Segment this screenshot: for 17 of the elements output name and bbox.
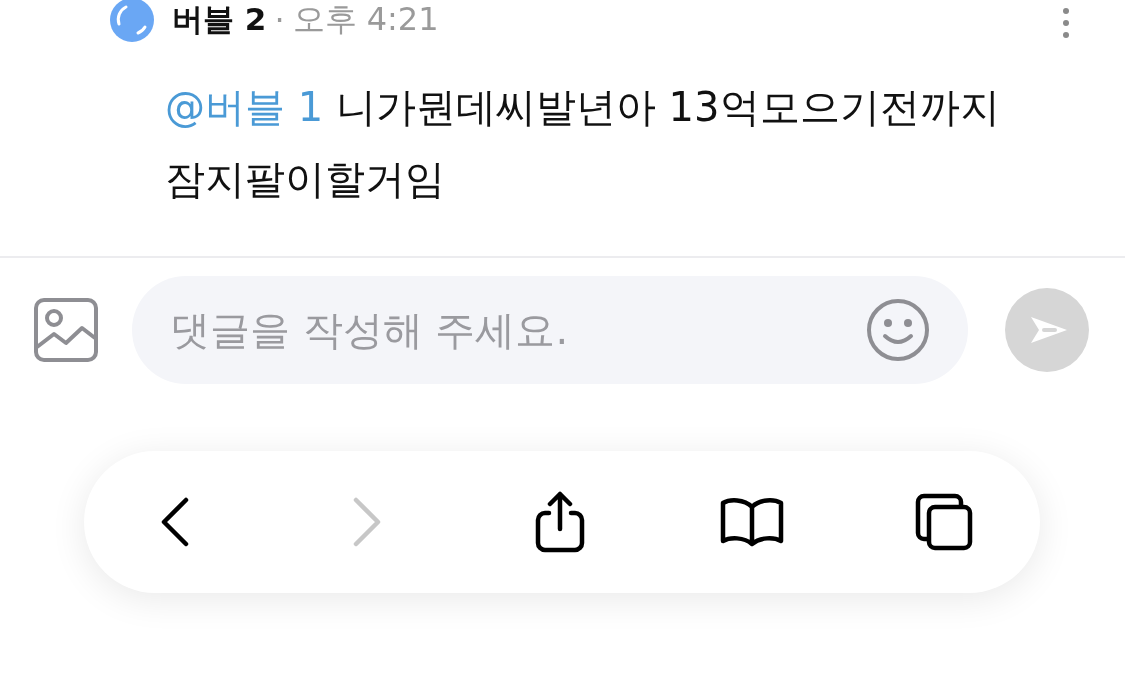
- comment-separator: ·: [274, 1, 285, 39]
- mention-link[interactable]: @버블 1: [165, 84, 324, 130]
- more-button[interactable]: [1063, 8, 1069, 38]
- chevron-right-icon: [352, 497, 383, 547]
- smiley-icon[interactable]: [866, 298, 930, 362]
- comment-time: 오후 4:21: [292, 0, 439, 40]
- share-icon: [534, 491, 585, 553]
- chevron-left-icon: [160, 497, 190, 547]
- send-icon: [1029, 315, 1069, 345]
- image-icon[interactable]: [34, 298, 98, 362]
- author-name: 버블 2: [172, 0, 267, 39]
- comment-input[interactable]: 댓글을 작성해 주세요.: [170, 307, 866, 353]
- comment-field[interactable]: 댓글을 작성해 주세요.: [132, 276, 968, 384]
- tabs-icon: [915, 493, 973, 551]
- open-book-icon: [719, 497, 784, 547]
- more-icon: [1063, 8, 1069, 38]
- comment-text: @버블 1 니가뭔데씨발년아 13억모으기전까지 잠지팔이할거임: [165, 83, 1001, 204]
